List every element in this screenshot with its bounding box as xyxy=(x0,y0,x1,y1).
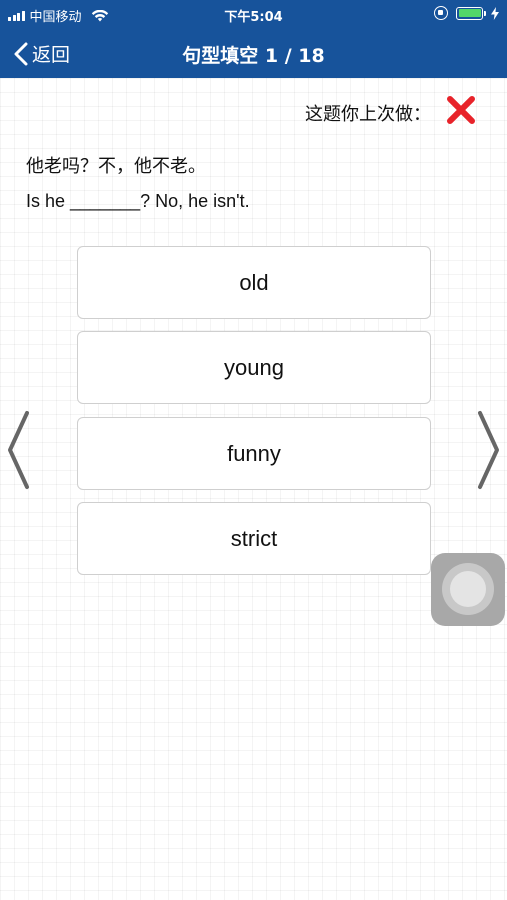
status-bar: 中国移动 下午5:04 xyxy=(0,0,507,28)
battery-icon xyxy=(456,6,486,20)
rotation-lock-icon xyxy=(434,6,448,20)
option-button[interactable]: funny xyxy=(77,417,431,490)
chevron-left-icon xyxy=(14,42,28,65)
question-chinese: 他老吗？不，他不老。 xyxy=(26,156,206,177)
previous-arrow-icon[interactable] xyxy=(5,410,33,490)
back-button[interactable]: 返回 xyxy=(14,40,70,67)
option-button[interactable]: strict xyxy=(77,502,431,575)
page-title: 句型填空 1 / 18 xyxy=(182,45,325,67)
option-button[interactable]: young xyxy=(77,331,431,404)
navigation-bar: 返回 句型填空 1 / 18 xyxy=(0,28,507,78)
red-cross-icon xyxy=(447,96,475,124)
question-english: Is he _______? No, he isn't. xyxy=(26,191,250,211)
next-arrow-icon[interactable] xyxy=(474,410,502,490)
assistive-touch-dot xyxy=(450,571,486,607)
charging-bolt-icon xyxy=(491,6,499,20)
back-label: 返回 xyxy=(32,44,71,66)
status-time: 下午5:04 xyxy=(224,10,283,25)
question-content: 这题你上次做： 他老吗？不，他不老。 Is he _______? No, he… xyxy=(0,78,507,900)
status-right xyxy=(434,6,499,20)
last-attempt-label: 这题你上次做： xyxy=(305,104,431,125)
option-button[interactable]: old xyxy=(77,246,431,319)
assistive-touch-button[interactable] xyxy=(431,553,505,626)
